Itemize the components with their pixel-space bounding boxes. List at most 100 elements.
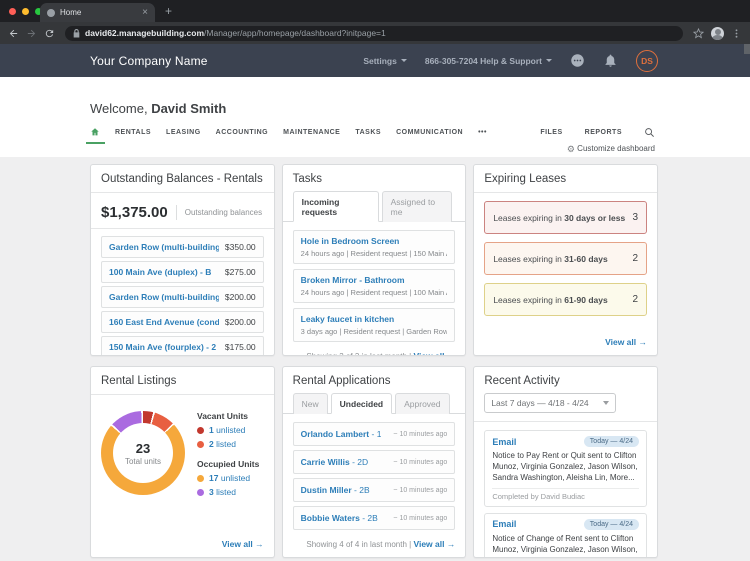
nav-overflow-icon[interactable]: •••	[478, 129, 487, 136]
balance-row[interactable]: 150 Main Ave (fourplex) - 2 $175.00	[101, 336, 264, 356]
nav-rentals[interactable]: RENTALS	[115, 129, 151, 136]
nav-tasks[interactable]: TASKS	[355, 129, 381, 136]
activity-item[interactable]: Email Today — 4/24 Notice of Change of R…	[484, 513, 647, 558]
close-window-button[interactable]	[9, 8, 16, 15]
tab-title: Home	[60, 8, 137, 17]
card-title: Tasks	[293, 173, 456, 185]
browser-menu-icon[interactable]	[731, 28, 742, 39]
address-bar[interactable]: david62.managebuilding.com/Manager/app/h…	[65, 26, 683, 41]
balance-row[interactable]: 100 Main Ave (duplex) - B $275.00	[101, 261, 264, 283]
card-title: Rental Applications	[293, 375, 456, 387]
application-row[interactable]: Dustin Miller - 2B ~ 10 minutes ago	[293, 478, 456, 502]
new-tab-button[interactable]: +	[165, 4, 172, 18]
reload-icon[interactable]	[44, 28, 55, 39]
card-title: Expiring Leases	[474, 173, 657, 193]
welcome-heading: Welcome, David Smith	[90, 101, 660, 116]
chevron-down-icon	[546, 59, 552, 62]
legend-dot	[197, 489, 204, 496]
card-rental-listings: Rental Listings 23 Total units Vacant Un…	[90, 366, 275, 558]
application-row[interactable]: Carrie Willis - 2D ~ 10 minutes ago	[293, 450, 456, 474]
legend-occupied-unlisted: 17 unlisted	[197, 473, 259, 483]
lease-count: 3	[632, 212, 638, 223]
outstanding-amount: $1,375.00	[101, 204, 168, 221]
header-actions: Settings 866-305-7204 Help & Support DS	[363, 50, 658, 72]
card-rental-applications: Rental Applications New Undecided Approv…	[282, 366, 467, 558]
card-tasks: Tasks Incoming requests Assigned to me H…	[282, 164, 467, 356]
legend-dot	[197, 441, 204, 448]
scrollbar-thumb[interactable]	[744, 44, 750, 54]
nav-accounting[interactable]: ACCOUNTING	[216, 129, 268, 136]
user-avatar[interactable]: DS	[636, 50, 658, 72]
notifications-bell-icon[interactable]	[603, 53, 618, 68]
browser-toolbar: david62.managebuilding.com/Manager/app/h…	[0, 22, 750, 44]
window-controls[interactable]	[9, 8, 42, 15]
balance-row[interactable]: Garden Row (multi-building comple... $35…	[101, 236, 264, 258]
card-title: Rental Listings	[91, 375, 274, 395]
nav-leasing[interactable]: LEASING	[166, 129, 201, 136]
nav-files[interactable]: FILES	[540, 129, 562, 136]
nav-home-tab[interactable]	[90, 127, 100, 137]
activity-date-filter[interactable]: Last 7 days — 4/18 - 4/24	[484, 393, 616, 413]
lease-expiry-60-row[interactable]: Leases expiring in 31-60 days 2	[484, 242, 647, 275]
nav-reports[interactable]: REPORTS	[585, 129, 622, 136]
nav-communication[interactable]: COMMUNICATION	[396, 129, 463, 136]
settings-menu[interactable]: Settings	[363, 56, 407, 66]
task-item[interactable]: Hole in Bedroom Screen 24 hours ago | Re…	[293, 230, 456, 264]
tab-approved[interactable]: Approved	[395, 393, 449, 414]
lease-count: 2	[632, 253, 638, 264]
help-support-menu[interactable]: 866-305-7204 Help & Support	[425, 56, 552, 66]
url-text: david62.managebuilding.com/Manager/app/h…	[85, 28, 386, 38]
bookmark-star-icon[interactable]	[693, 28, 704, 39]
card-expiring-leases: Expiring Leases Leases expiring in 30 da…	[473, 164, 658, 356]
activity-type-link[interactable]: Email	[492, 437, 516, 447]
card-title: Recent Activity	[484, 375, 647, 387]
lock-icon	[73, 29, 80, 38]
tab-new[interactable]: New	[293, 393, 328, 414]
lease-expiry-90-row[interactable]: Leases expiring in 61-90 days 2	[484, 283, 647, 316]
view-all-link[interactable]: View all →	[222, 539, 264, 549]
legend-dot	[197, 427, 204, 434]
outstanding-total: $1,375.00 Outstanding balances	[91, 201, 274, 229]
chat-icon[interactable]	[570, 53, 585, 68]
nav-maintenance[interactable]: MAINTENANCE	[283, 129, 340, 136]
tab-close-icon[interactable]: ×	[142, 8, 148, 18]
units-donut-chart: 23 Total units	[101, 411, 185, 495]
total-units-value: 23	[136, 441, 150, 456]
browser-tabstrip: Home × +	[0, 0, 750, 22]
tasks-tabs: Incoming requests Assigned to me	[283, 190, 466, 222]
application-row[interactable]: Bobbie Waters - 2B ~ 10 minutes ago	[293, 506, 456, 530]
back-icon[interactable]	[8, 28, 19, 39]
showing-count: Showing 3 of 3 in last month |	[306, 352, 411, 356]
customize-dashboard-link[interactable]: ⚙ Customize dashboard	[0, 144, 655, 157]
applications-tabs: New Undecided Approved	[283, 392, 466, 414]
legend-vacant-unlisted: 1 unlisted	[197, 425, 259, 435]
activity-item[interactable]: Email Today — 4/24 Notice to Pay Rent or…	[484, 430, 647, 507]
browser-profile-avatar[interactable]	[711, 27, 724, 40]
view-all-link[interactable]: View all →	[605, 337, 647, 347]
lease-count: 2	[632, 294, 638, 305]
view-all-link[interactable]: View all →	[413, 539, 455, 549]
tab-undecided[interactable]: Undecided	[331, 393, 392, 414]
lease-expiry-30-row[interactable]: Leases expiring in 30 days or less 3	[484, 201, 647, 234]
tab-incoming-requests[interactable]: Incoming requests	[293, 191, 379, 222]
favicon	[47, 9, 55, 17]
search-icon[interactable]	[644, 127, 655, 138]
view-all-link[interactable]: View all →	[413, 351, 455, 356]
balance-row[interactable]: 160 East End Avenue (condo/townh... $200…	[101, 311, 264, 333]
forward-icon[interactable]	[26, 28, 37, 39]
tab-assigned-to-me[interactable]: Assigned to me	[382, 191, 453, 222]
gear-icon: ⚙	[567, 144, 575, 154]
donut-legend: Vacant Units 1 unlisted 2 listed Occupie…	[197, 411, 259, 501]
page-top: Welcome, David Smith RENTALS LEASING ACC…	[0, 77, 750, 157]
welcome-user-name: David Smith	[151, 101, 226, 116]
activity-type-link[interactable]: Email	[492, 519, 516, 529]
minimize-window-button[interactable]	[22, 8, 29, 15]
card-title: Outstanding Balances - Rentals	[91, 173, 274, 193]
balance-row[interactable]: Garden Row (multi-building comple... $20…	[101, 286, 264, 308]
browser-tab-home[interactable]: Home ×	[40, 3, 155, 22]
task-item[interactable]: Broken Mirror - Bathroom 24 hours ago | …	[293, 269, 456, 303]
application-row[interactable]: Orlando Lambert - 1 ~ 10 minutes ago	[293, 422, 456, 446]
activity-date-badge: Today — 4/24	[584, 519, 639, 530]
legend-dot	[197, 475, 204, 482]
task-item[interactable]: Leaky faucet in kitchen 3 days ago | Res…	[293, 308, 456, 342]
